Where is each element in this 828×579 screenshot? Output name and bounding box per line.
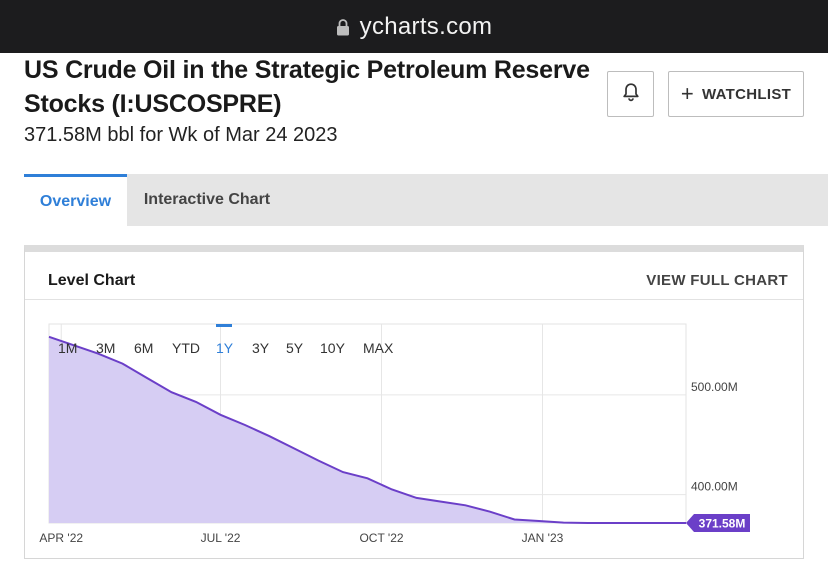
x-tick-label: JUL '22 bbox=[201, 531, 241, 545]
y-axis: 500.00M 400.00M bbox=[691, 380, 738, 494]
x-tick-label: OCT '22 bbox=[359, 531, 403, 545]
range-button-3m[interactable]: 3M bbox=[96, 340, 115, 356]
range-button-ytd[interactable]: YTD bbox=[172, 340, 200, 356]
x-tick-label: JAN '23 bbox=[522, 531, 564, 545]
x-tick-label: APR '22 bbox=[39, 531, 83, 545]
range-button-max[interactable]: MAX bbox=[363, 340, 394, 356]
level-chart: APR '22 JUL '22 OCT '22 JAN '23 500.00M 400.… bbox=[39, 323, 750, 545]
range-button-1y[interactable]: 1Y bbox=[216, 340, 234, 356]
y-tick-label: 500.00M bbox=[691, 380, 738, 394]
range-active-indicator bbox=[216, 324, 232, 327]
last-value-label: 371.58M bbox=[699, 517, 746, 531]
range-button-5y[interactable]: 5Y bbox=[286, 340, 304, 356]
last-value-badge: 371.58M bbox=[686, 514, 750, 532]
y-tick-label: 400.00M bbox=[691, 480, 738, 494]
range-button-3y[interactable]: 3Y bbox=[252, 340, 270, 356]
range-button-6m[interactable]: 6M bbox=[134, 340, 153, 356]
x-axis: APR '22 JUL '22 OCT '22 JAN '23 bbox=[39, 531, 563, 545]
range-button-1m[interactable]: 1M bbox=[58, 340, 77, 356]
range-button-10y[interactable]: 10Y bbox=[320, 340, 346, 356]
